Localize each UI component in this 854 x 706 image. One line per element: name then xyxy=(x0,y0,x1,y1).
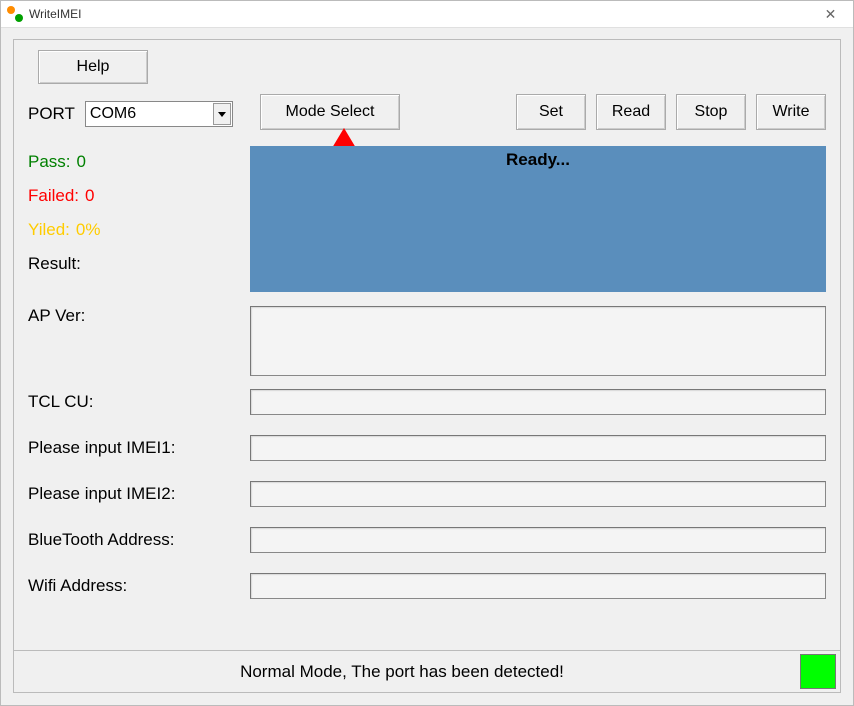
imei2-label: Please input IMEI2: xyxy=(28,484,250,504)
content-panel: Help PORT COM6 Mode Select Set Read Stop… xyxy=(13,39,841,693)
close-icon[interactable]: ✕ xyxy=(808,1,853,28)
app-window: WriteIMEI ✕ Help PORT COM6 Mode Select S… xyxy=(0,0,854,706)
pass-value: 0 xyxy=(77,152,86,172)
wifi-field[interactable] xyxy=(250,573,826,599)
yiled-row: Yiled: 0% xyxy=(28,220,100,240)
help-button[interactable]: Help xyxy=(38,50,148,84)
inner-panel: Help PORT COM6 Mode Select Set Read Stop… xyxy=(28,50,826,682)
tcl-cu-label: TCL CU: xyxy=(28,392,250,412)
titlebar: WriteIMEI ✕ xyxy=(1,1,853,28)
pass-row: Pass: 0 xyxy=(28,152,100,172)
failed-value: 0 xyxy=(85,186,94,206)
port-label: PORT xyxy=(28,104,75,124)
yiled-label: Yiled: xyxy=(28,220,70,240)
failed-label: Failed: xyxy=(28,186,79,206)
result-label: Result: xyxy=(28,254,81,274)
ap-ver-field[interactable] xyxy=(250,306,826,376)
status-bar: Normal Mode, The port has been detected! xyxy=(14,650,840,692)
read-button[interactable]: Read xyxy=(596,94,666,130)
imei2-field[interactable] xyxy=(250,481,826,507)
wifi-label: Wifi Address: xyxy=(28,576,250,596)
result-row: Result: xyxy=(28,254,100,274)
stats-block: Pass: 0 Failed: 0 Yiled: 0% Result: xyxy=(28,152,100,288)
port-value: COM6 xyxy=(86,105,213,123)
imei1-label: Please input IMEI1: xyxy=(28,438,250,458)
mode-select-button[interactable]: Mode Select xyxy=(260,94,400,130)
status-indicator xyxy=(800,654,836,689)
app-icon xyxy=(7,6,23,22)
imei1-row: Please input IMEI1: xyxy=(28,434,826,462)
write-button[interactable]: Write xyxy=(756,94,826,130)
port-select[interactable]: COM6 xyxy=(85,101,233,127)
ap-ver-label: AP Ver: xyxy=(28,306,250,326)
status-text: Ready... xyxy=(506,150,570,169)
tcl-cu-row: TCL CU: xyxy=(28,388,826,416)
chevron-down-icon[interactable] xyxy=(213,103,231,125)
pass-label: Pass: xyxy=(28,152,71,172)
bluetooth-label: BlueTooth Address: xyxy=(28,530,250,550)
bluetooth-field[interactable] xyxy=(250,527,826,553)
tcl-cu-field[interactable] xyxy=(250,389,826,415)
port-row: PORT COM6 xyxy=(28,99,233,129)
status-panel: Ready... xyxy=(250,146,826,292)
imei1-field[interactable] xyxy=(250,435,826,461)
bluetooth-row: BlueTooth Address: xyxy=(28,526,826,554)
window-title: WriteIMEI xyxy=(29,7,81,21)
stop-button[interactable]: Stop xyxy=(676,94,746,130)
failed-row: Failed: 0 xyxy=(28,186,100,206)
ap-ver-row: AP Ver: xyxy=(28,306,826,376)
imei2-row: Please input IMEI2: xyxy=(28,480,826,508)
toolbar-right: Set Read Stop Write xyxy=(516,94,826,130)
yiled-value: 0% xyxy=(76,220,101,240)
wifi-row: Wifi Address: xyxy=(28,572,826,600)
status-message: Normal Mode, The port has been detected! xyxy=(14,651,790,692)
set-button[interactable]: Set xyxy=(516,94,586,130)
